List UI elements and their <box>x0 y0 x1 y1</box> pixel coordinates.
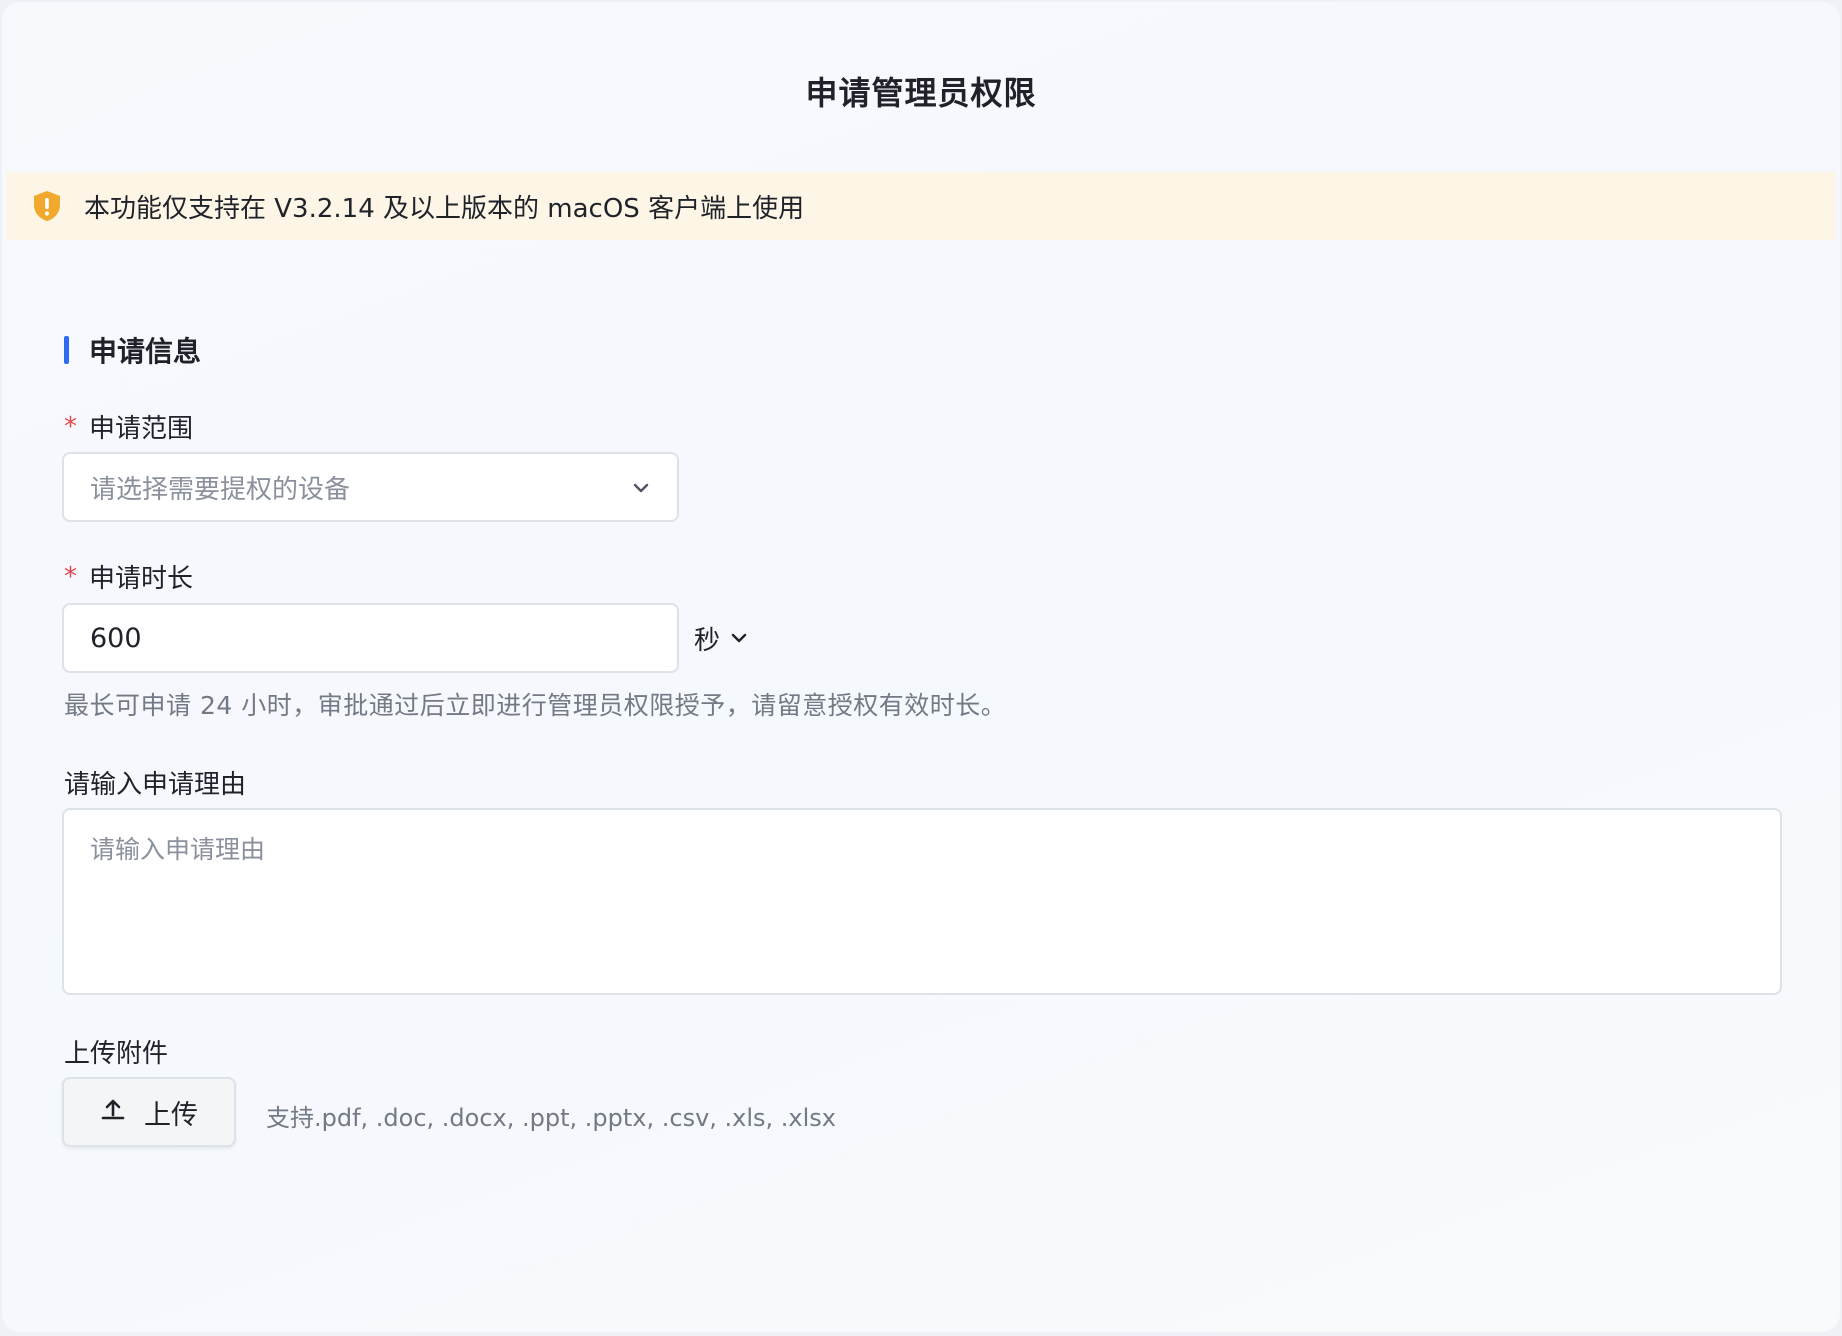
scope-field-label: * 申请范围 <box>64 408 193 445</box>
dialog-panel: 申请管理员权限 本功能仅支持在 V3.2.14 及以上版本的 macOS 客户端… <box>2 2 1840 1332</box>
upload-button-label: 上传 <box>144 1099 198 1131</box>
shield-warning-icon <box>30 189 64 223</box>
scope-select[interactable]: 请选择需要提权的设备 <box>62 452 679 522</box>
reason-label: 请输入申请理由 <box>64 770 247 800</box>
duration-unit-label: 秒 <box>694 626 721 656</box>
dialog-title: 申请管理员权限 <box>805 74 1037 112</box>
attachment-field-label: 上传附件 <box>64 1033 168 1070</box>
upload-icon <box>100 1097 126 1127</box>
duration-label: 申请时长 <box>89 564 194 594</box>
duration-hint: 最长可申请 24 小时，审批通过后立即进行管理员权限授予，请留意授权有效时长。 <box>64 691 1007 720</box>
scope-placeholder: 请选择需要提权的设备 <box>90 474 351 505</box>
chevron-down-icon <box>631 478 651 498</box>
section-title: 申请信息 <box>89 335 202 368</box>
duration-value: 600 <box>90 622 142 654</box>
section-header: 申请信息 <box>64 330 201 370</box>
reason-placeholder: 请输入申请理由 <box>90 835 266 864</box>
reason-field-label: 请输入申请理由 <box>64 764 246 801</box>
chevron-down-icon <box>720 624 748 654</box>
duration-field-label: * 申请时长 <box>64 558 193 595</box>
reason-textarea[interactable]: 请输入申请理由 <box>62 808 1782 995</box>
duration-input[interactable]: 600 <box>62 603 679 673</box>
attachment-label: 上传附件 <box>64 1039 169 1069</box>
version-notice-banner: 本功能仅支持在 V3.2.14 及以上版本的 macOS 客户端上使用 <box>6 172 1836 240</box>
required-mark: * <box>64 561 77 592</box>
section-accent-bar <box>64 336 69 364</box>
required-mark: * <box>64 411 77 442</box>
duration-unit-select[interactable]: 秒 <box>694 620 748 657</box>
scope-label: 申请范围 <box>89 414 194 444</box>
notice-text: 本功能仅支持在 V3.2.14 及以上版本的 macOS 客户端上使用 <box>84 193 805 224</box>
upload-formats-hint: 支持.pdf, .doc, .docx, .ppt, .pptx, .csv, … <box>266 1104 836 1132</box>
upload-button[interactable]: 上传 <box>62 1077 236 1147</box>
